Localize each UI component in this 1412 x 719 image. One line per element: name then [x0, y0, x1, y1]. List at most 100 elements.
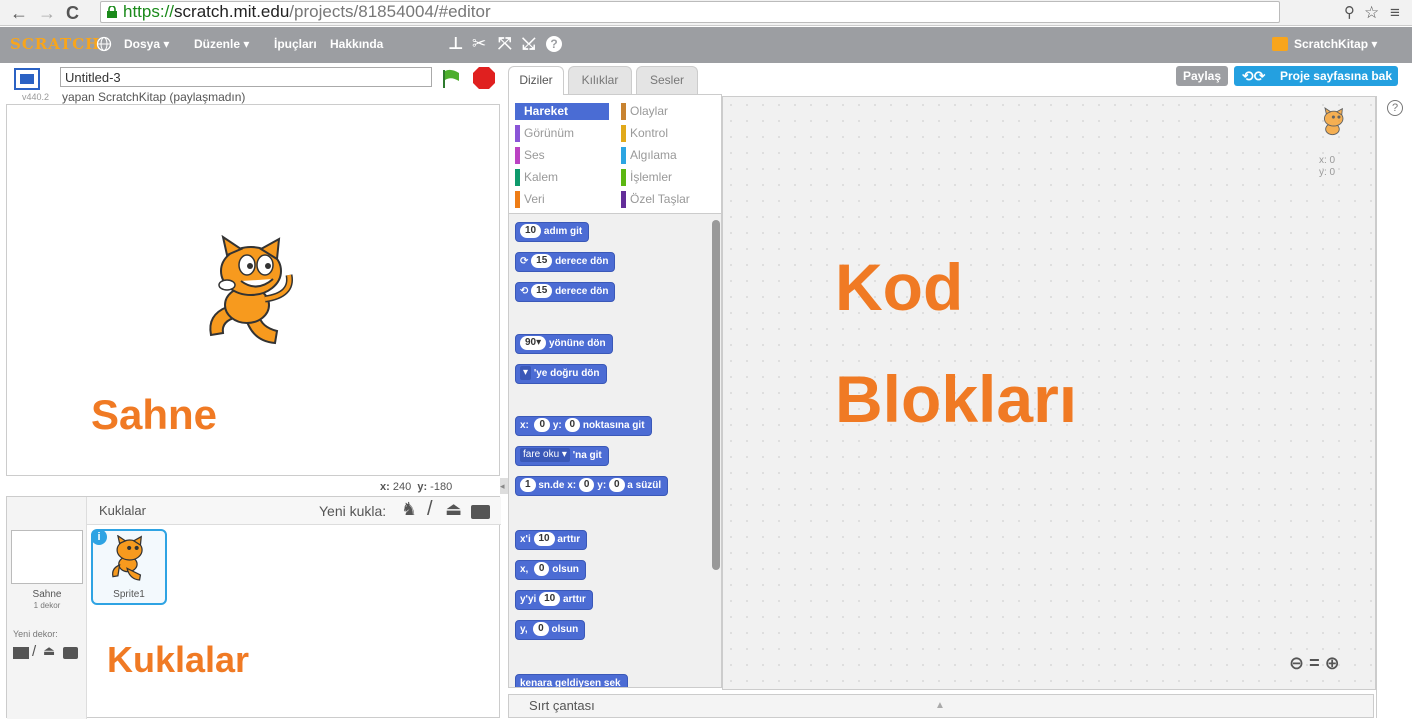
help-icon[interactable]: ?	[546, 36, 562, 52]
help-circle-icon[interactable]: ?	[1387, 100, 1403, 116]
block-turn-left[interactable]: ⟲ 15 derece dön	[515, 282, 616, 302]
green-flag-icon[interactable]	[440, 68, 462, 90]
sprite-tile[interactable]: i Sprite1	[91, 529, 167, 605]
block-input[interactable]: 10	[520, 224, 542, 238]
url-scheme: https://	[123, 2, 175, 21]
zoom-in-icon[interactable]: ⊕	[1325, 653, 1340, 673]
menu-about[interactable]: Hakkında	[330, 37, 383, 51]
stamp-icon[interactable]: ⊥	[448, 34, 464, 54]
share-button[interactable]: Paylaş	[1176, 66, 1228, 86]
info-badge-icon[interactable]: i	[91, 529, 107, 545]
remix-arrows-icon: ⟲⟳	[1242, 68, 1266, 84]
tab-sounds[interactable]: Sesler	[636, 66, 698, 94]
block-point-towards[interactable]: ▾ 'ye doğru dön	[515, 364, 607, 384]
menu-edit[interactable]: Düzenle ▾	[194, 37, 249, 51]
block-input[interactable]: 0	[534, 418, 551, 432]
block-input[interactable]: 1	[520, 478, 536, 492]
menu-tips[interactable]: İpuçları	[274, 37, 317, 51]
forward-icon[interactable]: →	[38, 2, 56, 24]
palette-scrollbar[interactable]	[712, 220, 720, 570]
block-text: 'ye doğru dön	[533, 368, 600, 379]
block-text: noktasına git	[582, 420, 645, 431]
block-input[interactable]: 10	[533, 532, 555, 546]
scripts-area[interactable]: x: 0 y: 0 Kod Blokları ⊖ = ⊕	[722, 96, 1376, 690]
url-path: /projects/81854004/#editor	[289, 2, 491, 21]
backdrop-paint-icon[interactable]: /	[32, 643, 36, 660]
block-text: olsun	[551, 624, 579, 635]
backdrop-library-icon[interactable]	[13, 647, 29, 659]
block-input[interactable]: 0	[533, 562, 550, 576]
block-glide[interactable]: 1 sn.de x: 0 y: 0 a süzül	[515, 476, 669, 496]
browser-menu-icon[interactable]: ≡	[1390, 2, 1400, 24]
sprite-paint-icon[interactable]: /	[427, 498, 433, 521]
block-goto-xy[interactable]: x: 0 y: 0 noktasına git	[515, 416, 652, 436]
category-events[interactable]: Olaylar	[621, 103, 715, 120]
block-input[interactable]: 90▾	[520, 336, 547, 350]
block-dropdown[interactable]: fare oku ▾	[520, 448, 570, 462]
backpack[interactable]: Sırt çantası ▲	[508, 694, 1374, 718]
category-sound[interactable]: Ses	[515, 147, 609, 164]
shrink-icon[interactable]: ⤩	[522, 34, 536, 54]
category-data[interactable]: Veri	[515, 191, 609, 208]
stage-thumbnail[interactable]	[11, 530, 83, 584]
category-looks[interactable]: Görünüm	[515, 125, 609, 142]
block-input[interactable]: 0	[578, 478, 595, 492]
tab-costumes[interactable]: Kılıklar	[568, 66, 632, 94]
cat-sprite-icon[interactable]	[197, 235, 307, 355]
block-turn-right[interactable]: ⟳ 15 derece dön	[515, 252, 616, 272]
sprite-camera-icon[interactable]	[471, 505, 490, 519]
sprite-library-icon[interactable]: ♞	[401, 499, 417, 520]
block-input[interactable]: 0	[533, 622, 549, 636]
block-move-steps[interactable]: 10 adım git	[515, 222, 590, 242]
block-change-y[interactable]: y'yi 10 arttır	[515, 590, 593, 610]
category-sensing[interactable]: Algılama	[621, 147, 715, 164]
block-input[interactable]: 15	[531, 284, 553, 298]
block-set-y[interactable]: y, 0 olsun	[515, 620, 586, 640]
grow-icon[interactable]: ⤧	[498, 34, 512, 54]
project-title-input[interactable]	[60, 67, 432, 87]
block-dropdown[interactable]: ▾	[520, 366, 532, 380]
fullscreen-icon[interactable]	[14, 68, 40, 90]
category-label: İşlemler	[630, 170, 673, 184]
sprite-upload-icon[interactable]: ⏏	[445, 499, 462, 520]
language-globe-icon[interactable]	[96, 36, 112, 52]
address-bar[interactable]: https://scratch.mit.edu/projects/8185400…	[100, 1, 1280, 23]
scissors-icon[interactable]: ✂	[472, 34, 486, 54]
stop-icon[interactable]	[472, 66, 496, 90]
scratch-logo[interactable]: SCRATCH	[10, 35, 100, 53]
backdrop-camera-icon[interactable]	[63, 647, 78, 659]
backpack-expand-icon[interactable]: ▲	[935, 695, 945, 717]
menu-file[interactable]: Dosya ▾	[124, 37, 169, 51]
url-host: scratch.mit.edu	[174, 2, 290, 21]
block-bounce[interactable]: kenara geldiysen sek	[515, 674, 628, 687]
annotation-stage: Sahne	[91, 391, 218, 438]
bookmark-star-icon[interactable]: ☆	[1364, 2, 1379, 24]
account-menu[interactable]: ScratchKitap ▾	[1294, 37, 1377, 51]
folder-icon[interactable]	[1272, 37, 1288, 51]
zoom-out-icon[interactable]: ⊖	[1289, 653, 1304, 673]
block-goto[interactable]: fare oku ▾ 'na git	[515, 446, 609, 466]
backdrop-upload-icon[interactable]: ⏏	[43, 643, 55, 659]
see-project-page-button[interactable]: ⟲⟳ Proje sayfasına bak	[1234, 66, 1398, 86]
help-strip: ?	[1376, 96, 1412, 718]
scratch-menubar: SCRATCH Dosya ▾ Düzenle ▾ İpuçları Hakkı…	[0, 27, 1412, 63]
category-more-blocks[interactable]: Özel Taşlar	[621, 191, 715, 208]
block-input[interactable]: 10	[539, 592, 561, 606]
back-icon[interactable]: ←	[10, 2, 28, 24]
tab-scripts[interactable]: Diziler	[508, 66, 564, 95]
stage[interactable]: Sahne	[6, 104, 500, 476]
collapse-stage-handle[interactable]: ◂	[500, 478, 508, 494]
block-input[interactable]: 0	[608, 478, 625, 492]
category-motion[interactable]: #4a6cd4Hareket	[515, 103, 609, 120]
category-operators[interactable]: İşlemler	[621, 169, 715, 186]
zoom-reset-icon[interactable]: =	[1309, 653, 1320, 673]
block-change-x[interactable]: x'i 10 arttır	[515, 530, 588, 550]
category-pen[interactable]: Kalem	[515, 169, 609, 186]
extension-icon[interactable]: ⚲	[1344, 2, 1355, 24]
block-point-direction[interactable]: 90▾ yönüne dön	[515, 334, 613, 354]
block-set-x[interactable]: x, 0 olsun	[515, 560, 586, 580]
block-input[interactable]: 0	[564, 418, 581, 432]
reload-icon[interactable]: C	[66, 2, 79, 24]
category-control[interactable]: Kontrol	[621, 125, 715, 142]
block-input[interactable]: 15	[531, 254, 553, 268]
